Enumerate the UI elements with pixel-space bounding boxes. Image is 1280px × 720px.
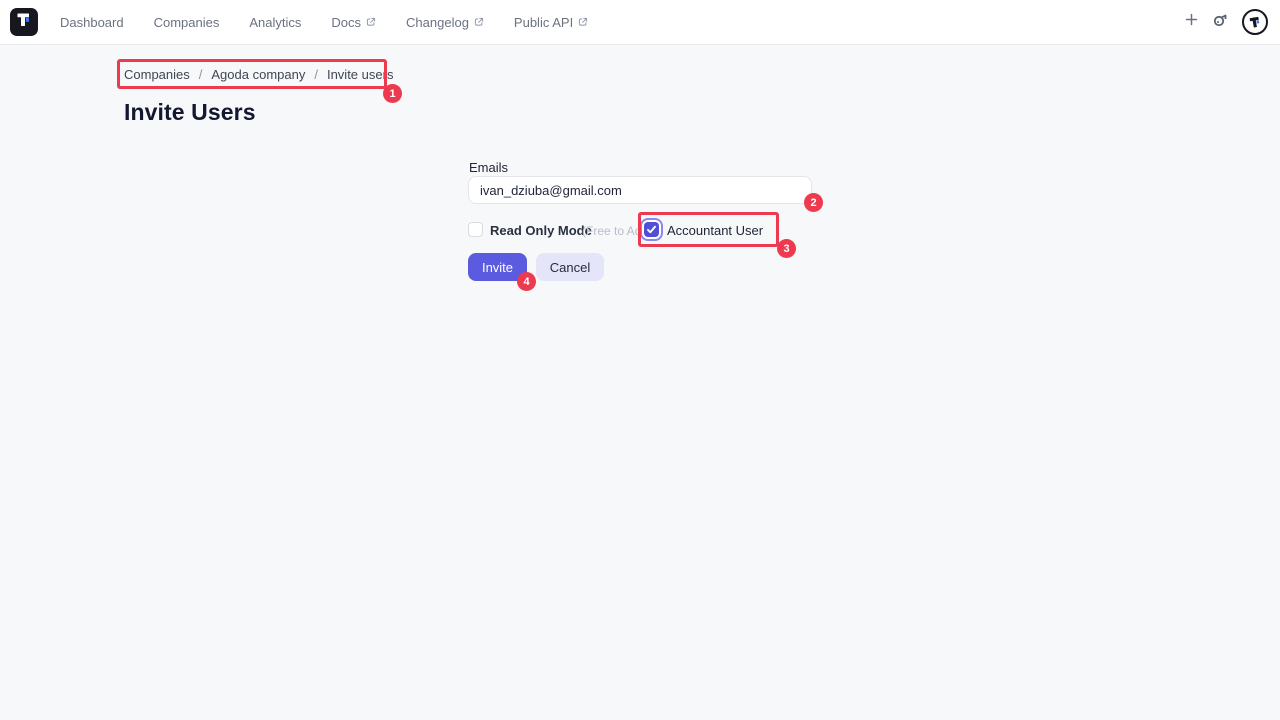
nav-item-changelog[interactable]: Changelog (406, 15, 484, 30)
plus-icon (1184, 12, 1199, 32)
invite-users-page: Dashboard Companies Analytics Docs (0, 0, 1280, 720)
read-only-mode-checkbox[interactable] (468, 222, 483, 237)
breadcrumb-agoda-company[interactable]: Agoda company (211, 67, 305, 82)
user-avatar[interactable] (1242, 9, 1268, 35)
read-only-mode-hint: (Free to Add) (582, 224, 652, 238)
nav-label: Companies (154, 15, 220, 30)
breadcrumb-separator: / (199, 67, 203, 82)
nav-item-public-api[interactable]: Public API (514, 15, 588, 30)
checkmark-icon (646, 224, 657, 235)
app-logo[interactable] (10, 8, 38, 36)
add-button[interactable] (1184, 12, 1199, 32)
breadcrumb-companies[interactable]: Companies (124, 67, 190, 82)
breadcrumb-separator: / (314, 67, 318, 82)
emails-label: Emails (469, 160, 508, 175)
nav-item-analytics[interactable]: Analytics (249, 15, 301, 30)
nav-label: Public API (514, 15, 573, 30)
external-link-icon (366, 15, 376, 30)
nav-item-companies[interactable]: Companies (154, 15, 220, 30)
breadcrumb-invite-users[interactable]: Invite users (327, 67, 393, 82)
accountant-user-checkbox[interactable] (644, 222, 659, 237)
invite-button[interactable]: Invite (468, 253, 527, 281)
nav-item-docs[interactable]: Docs (331, 15, 376, 30)
nav-label: Docs (331, 15, 361, 30)
header-actions (1184, 9, 1268, 35)
annotation-badge-1: 1 (383, 84, 402, 103)
t-avatar-icon (1247, 14, 1262, 29)
search-button[interactable] (1212, 11, 1229, 33)
page-title: Invite Users (124, 99, 256, 126)
t-logo-icon (15, 11, 33, 34)
breadcrumb: Companies / Agoda company / Invite users (124, 67, 393, 82)
read-only-mode-label[interactable]: Read Only Mode (490, 223, 592, 238)
external-link-icon (474, 15, 484, 30)
search-icon (1212, 11, 1229, 33)
top-navbar: Dashboard Companies Analytics Docs (0, 0, 1280, 45)
nav-label: Analytics (249, 15, 301, 30)
nav-label: Dashboard (60, 15, 124, 30)
main-nav: Dashboard Companies Analytics Docs (60, 15, 588, 30)
nav-label: Changelog (406, 15, 469, 30)
nav-item-dashboard[interactable]: Dashboard (60, 15, 124, 30)
emails-input[interactable] (468, 176, 812, 204)
accountant-user-label[interactable]: Accountant User (667, 223, 763, 238)
annotation-badge-3: 3 (777, 239, 796, 258)
cancel-button[interactable]: Cancel (536, 253, 604, 281)
external-link-icon (578, 15, 588, 30)
